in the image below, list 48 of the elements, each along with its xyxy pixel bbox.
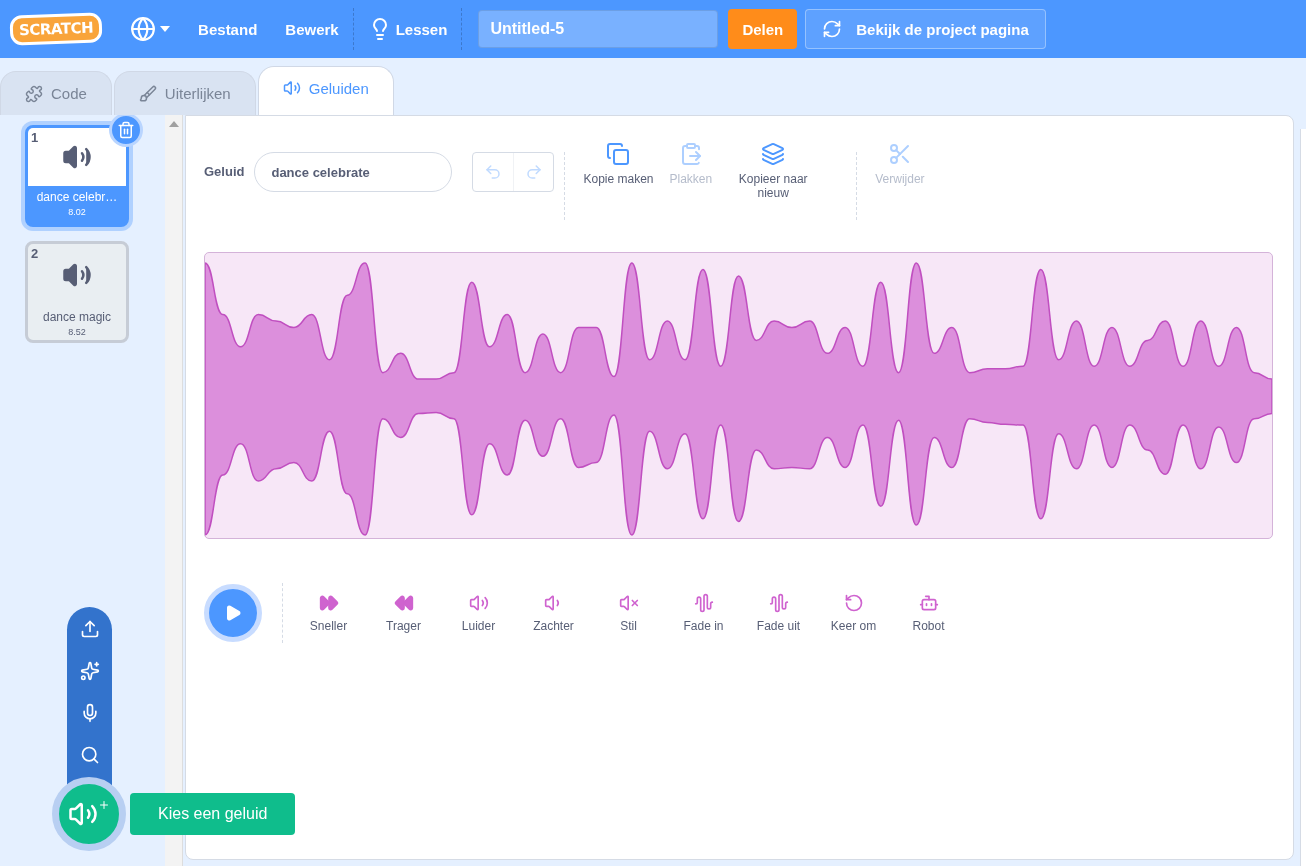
puzzle-icon: [25, 84, 43, 103]
refresh-icon: [822, 19, 843, 39]
effect-button[interactable]: Robot: [891, 593, 966, 633]
effect-button[interactable]: Sneller: [291, 593, 366, 633]
sound-tile[interactable]: 1 dance celebr… 8.02: [25, 125, 129, 227]
sound-duration: 8.02: [67, 207, 87, 217]
effect-button[interactable]: Luider: [441, 593, 516, 633]
sound-label: Geluid: [204, 164, 245, 179]
effect-button[interactable]: Fade uit: [741, 593, 816, 633]
mute-icon: [618, 593, 639, 613]
caret-icon[interactable]: [160, 26, 171, 32]
sound-number: 2: [31, 246, 39, 261]
sound-tile[interactable]: 2 dance magic 8.52: [25, 241, 129, 343]
copy-icon: [606, 142, 631, 166]
upload-icon[interactable]: [79, 619, 100, 639]
effect-button[interactable]: Zachter: [516, 593, 591, 633]
effect-button[interactable]: Trager: [366, 593, 441, 633]
waveform-icon: [693, 593, 714, 613]
redo-icon: [524, 163, 543, 181]
sparkles-icon[interactable]: [79, 661, 100, 681]
robot-icon: [918, 593, 939, 613]
speaker-icon: [282, 79, 301, 97]
volume-icon: [468, 593, 489, 613]
trash-icon: [117, 121, 135, 139]
edit-action-button[interactable]: Kopieer naar nieuw: [720, 134, 827, 200]
plus-icon: [98, 799, 110, 811]
globe-icon[interactable]: [130, 16, 157, 42]
effect-button[interactable]: Stil: [591, 593, 666, 633]
undo-icon: [484, 163, 503, 181]
play-button[interactable]: [204, 584, 262, 642]
brush-icon: [138, 84, 157, 103]
effect-button[interactable]: Fade in: [666, 593, 741, 633]
edit-action-button[interactable]: Kopie maken: [575, 134, 662, 186]
search-icon[interactable]: [79, 745, 100, 765]
delete-button[interactable]: [109, 113, 143, 147]
tooltip: Kies een geluid: [130, 793, 296, 835]
sound-duration: 8.52: [67, 327, 87, 337]
sound-name: dance celebr…: [35, 190, 119, 204]
sound-number: 1: [31, 130, 39, 145]
effect-button[interactable]: Keer om: [816, 593, 891, 633]
undo-icon: [843, 593, 864, 613]
copy-icon: [761, 142, 786, 166]
scissors-icon: [887, 142, 912, 166]
play-icon: [224, 604, 242, 622]
sound-name: dance magic: [41, 310, 112, 324]
waveform-icon: [768, 593, 789, 613]
rewind-icon: [393, 593, 414, 613]
fast-forward-icon: [318, 593, 339, 613]
